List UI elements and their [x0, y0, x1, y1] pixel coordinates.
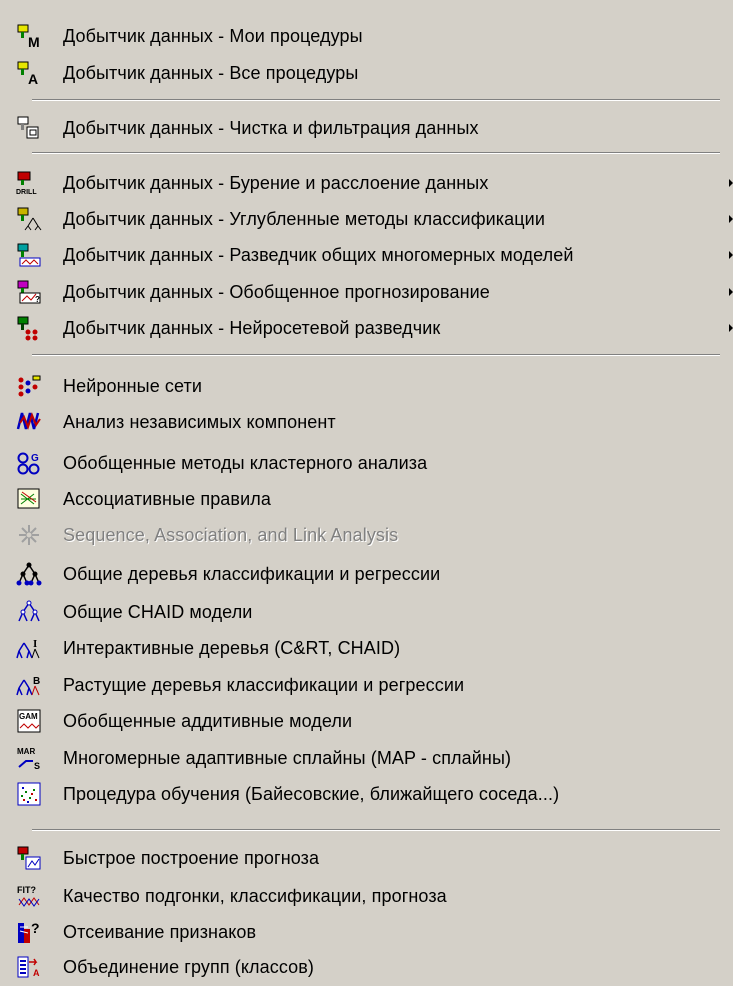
gam-icon: GAM	[16, 708, 42, 734]
dm-forecasting-icon: ?	[16, 279, 42, 305]
menu-item-interactive-trees[interactable]: I Интерактивные деревья (C&RT, CHAID)	[0, 631, 733, 665]
menu-item-label: Процедура обучения (Байесовские, ближайщ…	[63, 784, 560, 804]
cluster-analysis-icon: G	[16, 450, 42, 476]
submenu-arrow-icon	[729, 324, 733, 332]
menu-item-label: Объединение групп (классов)	[63, 957, 315, 977]
svg-text:?: ?	[35, 295, 40, 304]
svg-text:G: G	[31, 453, 39, 464]
dm-multivariate-explorer-icon	[16, 242, 42, 268]
svg-text:DRILL: DRILL	[16, 189, 37, 196]
association-rules-icon	[16, 486, 42, 512]
menu-item-label: Качество подгонки, классификации, прогно…	[63, 886, 447, 906]
dm-drill-icon: DRILL	[16, 170, 42, 196]
svg-text:S: S	[34, 761, 40, 771]
svg-text:?: ?	[31, 920, 40, 936]
submenu-arrow-icon	[729, 288, 733, 296]
menu-item-dm-forecasting[interactable]: ? Добытчик данных - Обобщенное прогнозир…	[0, 275, 733, 309]
menu-item-label: Обобщенные аддитивные модели	[63, 711, 353, 731]
machine-learning-icon	[16, 781, 42, 807]
menu-item-label: Обобщенные методы кластерного анализа	[63, 453, 428, 473]
dm-all-procedures-icon: A	[16, 60, 42, 86]
rapid-deployment-icon	[16, 845, 42, 871]
sequence-analysis-icon	[16, 522, 42, 548]
menu-item-machine-learning[interactable]: Процедура обучения (Байесовские, ближайщ…	[0, 777, 733, 811]
dm-my-procedures-icon: M	[16, 23, 42, 49]
menu-item-label: Анализ независимых компонент	[63, 412, 336, 432]
menu-item-sequence-analysis: Sequence, Association, and Link Analysis	[0, 518, 733, 552]
menu-item-label: Добытчик данных - Все процедуры	[63, 63, 359, 83]
menu-item-label: Нейронные сети	[63, 376, 203, 396]
menu-item-combine-groups[interactable]: A Объединение групп (классов)	[0, 950, 733, 984]
mars-splines-icon: MAR S	[16, 745, 42, 771]
ica-icon	[16, 409, 42, 435]
menu-item-feature-selection[interactable]: ? Отсеивание признаков	[0, 915, 733, 949]
combine-groups-icon: A	[16, 954, 42, 980]
svg-text:MAR: MAR	[17, 747, 35, 756]
dropdown-menu: M Добытчик данных - Мои процедуры A Добы…	[0, 0, 733, 986]
menu-item-label: Быстрое построение прогноза	[63, 848, 320, 868]
svg-text:B: B	[33, 676, 40, 687]
dm-classification-icon	[16, 206, 42, 232]
menu-item-dm-data-cleaning[interactable]: Добытчик данных - Чистка и фильтрация да…	[0, 111, 733, 145]
menu-separator	[32, 99, 720, 101]
svg-text:I: I	[33, 638, 37, 650]
svg-text:FIT?: FIT?	[17, 885, 36, 895]
menu-item-classification-trees[interactable]: Общие деревья классификации и регрессии	[0, 557, 733, 591]
svg-text:A: A	[28, 71, 38, 86]
menu-item-dm-all-procedures[interactable]: A Добытчик данных - Все процедуры	[0, 56, 733, 90]
menu-item-label: Отсеивание признаков	[63, 922, 257, 942]
classification-trees-icon	[16, 561, 42, 587]
menu-item-label: Добытчик данных - Обобщенное прогнозиров…	[63, 282, 490, 302]
menu-item-label: Sequence, Association, and Link Analysis	[63, 525, 399, 545]
dm-neural-explorer-icon	[16, 315, 42, 341]
menu-item-label: Общие CHAID модели	[63, 602, 253, 622]
feature-selection-icon: ?	[16, 919, 42, 945]
menu-item-chaid-models[interactable]: Общие CHAID модели	[0, 595, 733, 629]
menu-item-label: Добытчик данных - Мои процедуры	[63, 26, 363, 46]
menu-item-mars-splines[interactable]: MAR S Многомерные адаптивные сплайны (MAP…	[0, 741, 733, 775]
chaid-models-icon	[16, 599, 42, 625]
menu-item-label: Многомерные адаптивные сплайны (MAP - сп…	[63, 748, 512, 768]
goodness-of-fit-icon: FIT?	[16, 883, 42, 909]
menu-item-label: Общие деревья классификации и регрессии	[63, 564, 441, 584]
submenu-arrow-icon	[729, 179, 733, 187]
interactive-trees-icon: I	[16, 635, 42, 661]
menu-item-association-rules[interactable]: Ассоциативные правила	[0, 482, 733, 516]
menu-item-ica[interactable]: Анализ независимых компонент	[0, 405, 733, 439]
menu-item-label: Растущие деревья классификации и регресс…	[63, 675, 465, 695]
menu-item-label: Добытчик данных - Бурение и расслоение д…	[63, 173, 489, 193]
svg-text:A: A	[33, 968, 40, 978]
menu-item-label: Добытчик данных - Чистка и фильтрация да…	[63, 118, 479, 138]
menu-separator	[32, 354, 720, 356]
menu-item-label: Добытчик данных - Углубленные методы кла…	[63, 209, 545, 229]
neural-networks-icon	[16, 373, 42, 399]
menu-item-dm-my-procedures[interactable]: M Добытчик данных - Мои процедуры	[0, 19, 733, 53]
menu-item-label: Ассоциативные правила	[63, 489, 271, 509]
menu-item-goodness-of-fit[interactable]: FIT? Качество подгонки, классификации, п…	[0, 879, 733, 913]
svg-text:M: M	[28, 34, 40, 49]
menu-item-dm-classification[interactable]: Добытчик данных - Углубленные методы кла…	[0, 202, 733, 236]
menu-item-boosted-trees[interactable]: B Растущие деревья классификации и регре…	[0, 668, 733, 702]
menu-item-gam[interactable]: GAM Обобщенные аддитивные модели	[0, 704, 733, 738]
menu-item-rapid-deployment[interactable]: Быстрое построение прогноза	[0, 841, 733, 875]
boosted-trees-icon: B	[16, 672, 42, 698]
menu-item-dm-drill[interactable]: DRILL Добытчик данных - Бурение и рассло…	[0, 166, 733, 200]
menu-item-dm-multivariate-explorer[interactable]: Добытчик данных - Разведчик общих многом…	[0, 238, 733, 272]
menu-separator	[32, 152, 720, 154]
dm-data-cleaning-icon	[16, 115, 42, 141]
svg-text:GAM: GAM	[19, 712, 38, 721]
menu-item-neural-networks[interactable]: Нейронные сети	[0, 369, 733, 403]
menu-item-label: Добытчик данных - Нейросетевой разведчик	[63, 318, 441, 338]
menu-item-dm-neural-explorer[interactable]: Добытчик данных - Нейросетевой разведчик	[0, 311, 733, 345]
submenu-arrow-icon	[729, 251, 733, 259]
menu-item-cluster-analysis[interactable]: G Обобщенные методы кластерного анализа	[0, 446, 733, 480]
menu-item-label: Интерактивные деревья (C&RT, CHAID)	[63, 638, 401, 658]
submenu-arrow-icon	[729, 215, 733, 223]
menu-separator	[32, 829, 720, 831]
menu-item-label: Добытчик данных - Разведчик общих многом…	[63, 245, 574, 265]
